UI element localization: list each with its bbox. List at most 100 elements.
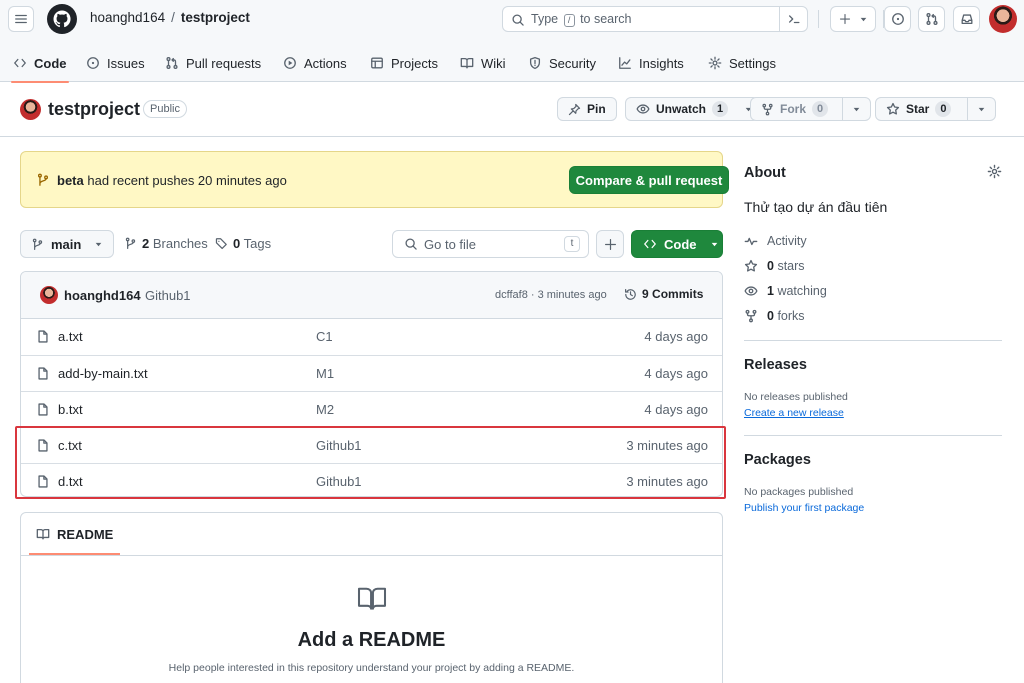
file-name[interactable]: d.txt xyxy=(58,474,83,489)
releases-title[interactable]: Releases xyxy=(744,357,807,373)
file-name[interactable]: a.txt xyxy=(58,329,83,344)
repo-title[interactable]: testproject xyxy=(48,99,140,120)
breadcrumb-owner[interactable]: hoanghd164 xyxy=(90,10,165,25)
pin-label: Pin xyxy=(587,102,606,116)
global-header: hoanghd164 / testproject Type / to searc… xyxy=(0,0,1024,83)
file-icon xyxy=(38,475,48,488)
code-dropdown-button[interactable]: Code xyxy=(631,230,723,258)
tab-label: Actions xyxy=(304,55,347,71)
inbox-button[interactable] xyxy=(953,6,980,32)
activity-link[interactable]: Activity xyxy=(744,234,807,248)
commit-message[interactable]: Github1 xyxy=(145,288,191,303)
tab-label: Insights xyxy=(639,55,684,71)
tab-label: Security xyxy=(549,55,596,71)
table-row[interactable]: c.txt Github1 3 minutes ago xyxy=(21,427,722,463)
search-placeholder: Type / to search xyxy=(531,12,632,27)
unwatch-label: Unwatch xyxy=(656,102,707,116)
command-palette-button[interactable] xyxy=(779,7,807,31)
table-row[interactable]: b.txt M2 4 days ago xyxy=(21,391,722,427)
table-row[interactable]: a.txt C1 4 days ago xyxy=(21,319,722,355)
commit-meta[interactable]: dcffaf8 · 3 minutes ago xyxy=(495,289,607,301)
go-to-file-input[interactable]: Go to file t xyxy=(392,230,589,258)
go-to-file-placeholder: Go to file xyxy=(424,237,477,252)
create-new-button[interactable] xyxy=(830,6,876,32)
repo-nav: Code Issues Pull requests Actions Projec… xyxy=(0,44,1024,83)
file-icon xyxy=(38,439,48,452)
gear-icon[interactable] xyxy=(987,164,1002,179)
stars-link[interactable]: 0 stars xyxy=(744,259,805,273)
search-input[interactable]: Type / to search xyxy=(502,6,808,32)
tab-projects[interactable]: Projects xyxy=(370,44,438,82)
github-logo-icon[interactable] xyxy=(47,4,77,34)
tab-wiki[interactable]: Wiki xyxy=(460,44,506,82)
file-commit-message[interactable]: Github1 xyxy=(316,474,362,489)
pin-button[interactable]: Pin xyxy=(557,97,617,121)
watching-link[interactable]: 1 watching xyxy=(744,284,827,298)
table-row[interactable]: d.txt Github1 3 minutes ago xyxy=(21,463,722,496)
tags-link[interactable]: 0 Tags xyxy=(215,236,271,251)
book-icon xyxy=(460,57,474,69)
forks-link[interactable]: 0 forks xyxy=(744,309,805,323)
issues-button[interactable] xyxy=(884,6,911,32)
caret-down-icon xyxy=(853,107,860,111)
code-button-label: Code xyxy=(664,236,697,252)
tab-issues[interactable]: Issues xyxy=(86,44,145,82)
tab-label: Settings xyxy=(729,55,776,71)
commits-link[interactable]: 9 Commits xyxy=(624,287,703,301)
file-age: 3 minutes ago xyxy=(626,438,708,453)
tag-icon xyxy=(215,238,227,250)
file-list: hoanghd164 Github1 dcffaf8 · 3 minutes a… xyxy=(20,271,723,497)
pull-requests-button[interactable] xyxy=(918,6,945,32)
issue-icon xyxy=(891,13,904,25)
recent-push-banner: beta had recent pushes 20 minutes ago Co… xyxy=(20,151,729,208)
tab-code[interactable]: Code xyxy=(11,44,68,83)
file-commit-message[interactable]: M1 xyxy=(316,366,334,381)
packages-title[interactable]: Packages xyxy=(744,452,811,468)
banner-text: beta had recent pushes 20 minutes ago xyxy=(57,173,287,188)
hamburger-icon xyxy=(15,14,27,24)
tab-pull-requests[interactable]: Pull requests xyxy=(165,44,261,82)
breadcrumb: hoanghd164 / testproject xyxy=(90,10,250,25)
tab-insights[interactable]: Insights xyxy=(618,44,684,82)
unwatch-button[interactable]: Unwatch 1 xyxy=(625,97,760,121)
tab-actions[interactable]: Actions xyxy=(283,44,347,82)
plus-icon xyxy=(604,238,616,250)
file-name[interactable]: add-by-main.txt xyxy=(58,366,148,381)
add-file-button[interactable] xyxy=(596,230,624,258)
repo-header: testproject Public Pin Unwatch 1 Fork 0 xyxy=(0,82,1024,137)
file-commit-message[interactable]: C1 xyxy=(316,329,333,344)
owner-avatar[interactable] xyxy=(20,99,41,120)
file-commit-message[interactable]: M2 xyxy=(316,402,334,417)
fork-dropdown[interactable] xyxy=(842,98,870,120)
branch-select-button[interactable]: main xyxy=(20,230,115,258)
tab-settings[interactable]: Settings xyxy=(708,44,776,82)
star-dropdown[interactable] xyxy=(967,98,995,120)
star-button[interactable]: Star 0 xyxy=(875,97,997,121)
commit-author-avatar[interactable] xyxy=(40,286,58,304)
file-name[interactable]: b.txt xyxy=(58,402,83,417)
gear-icon xyxy=(708,56,722,70)
commit-author[interactable]: hoanghd164 xyxy=(64,288,141,303)
file-commit-message[interactable]: Github1 xyxy=(316,438,362,453)
user-avatar[interactable] xyxy=(989,5,1017,33)
branches-link[interactable]: 2 Branches xyxy=(124,236,208,251)
file-name[interactable]: c.txt xyxy=(58,438,82,453)
menu-button[interactable] xyxy=(8,6,34,32)
header-divider xyxy=(818,10,819,28)
file-age: 3 minutes ago xyxy=(626,474,708,489)
readme-tab-label: README xyxy=(57,526,114,542)
code-icon xyxy=(14,58,26,68)
tab-readme[interactable]: README xyxy=(29,513,121,555)
breadcrumb-separator: / xyxy=(171,10,175,25)
branch-icon xyxy=(125,237,136,249)
breadcrumb-repo[interactable]: testproject xyxy=(181,10,250,25)
fork-button[interactable]: Fork 0 xyxy=(750,97,872,121)
create-release-link[interactable]: Create a new release xyxy=(744,407,844,419)
tab-security[interactable]: Security xyxy=(528,44,596,82)
star-icon xyxy=(744,259,758,272)
publish-package-link[interactable]: Publish your first package xyxy=(744,502,864,514)
table-row[interactable]: add-by-main.txt M1 4 days ago xyxy=(21,355,722,391)
banner-branch[interactable]: beta xyxy=(57,173,84,188)
compare-pull-request-button[interactable]: Compare & pull request xyxy=(569,166,729,194)
branch-icon xyxy=(32,238,43,250)
